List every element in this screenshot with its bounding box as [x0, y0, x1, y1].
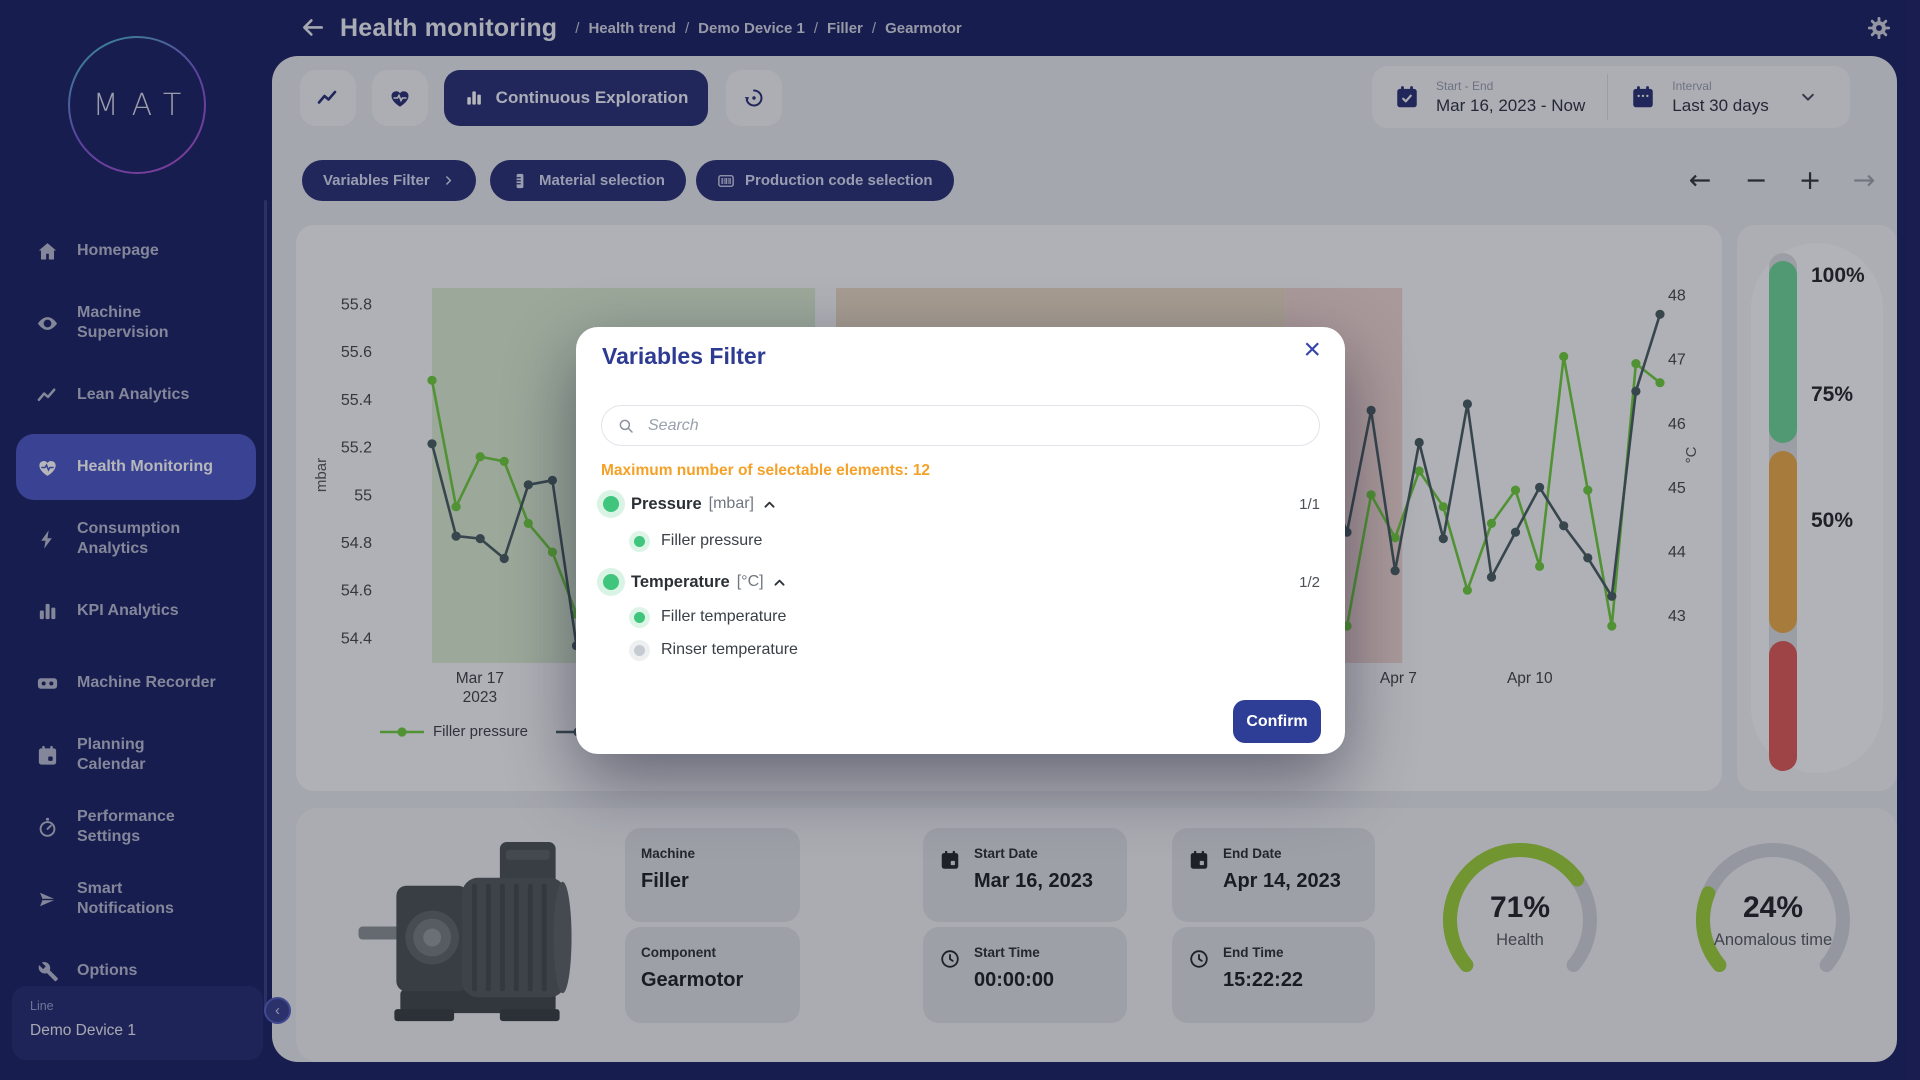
search-box — [601, 405, 1320, 446]
variable-name: Rinser temperature — [661, 641, 798, 659]
group-unit: [mbar] — [709, 495, 754, 513]
variables-filter-modal: Variables Filter × Maximum number of sel… — [576, 327, 1345, 754]
search-input[interactable] — [646, 416, 1304, 436]
variable-item-rinser-temperature[interactable]: Rinser temperature — [576, 633, 1345, 667]
max-selectable-warning: Maximum number of selectable elements: 1… — [601, 462, 930, 480]
chevron-up-icon[interactable] — [772, 575, 787, 590]
variable-group-temperature[interactable]: Temperature [°C] 1/2 — [576, 565, 1345, 599]
variable-group-pressure[interactable]: Pressure [mbar] 1/1 — [576, 487, 1345, 521]
group-count: 1/1 — [1299, 496, 1320, 513]
group-selected-dot[interactable] — [603, 574, 619, 590]
confirm-button[interactable]: Confirm — [1233, 700, 1321, 743]
modal-title: Variables Filter — [602, 343, 766, 370]
variable-name: Filler pressure — [661, 532, 762, 550]
variable-item-filler-pressure[interactable]: Filler pressure — [576, 524, 1345, 558]
variable-selected-dot[interactable] — [634, 645, 645, 656]
variable-selected-dot[interactable] — [634, 612, 645, 623]
close-icon[interactable]: × — [1303, 335, 1321, 365]
variable-item-filler-temperature[interactable]: Filler temperature — [576, 600, 1345, 634]
search-icon — [617, 417, 635, 435]
group-name: Pressure — [631, 495, 702, 514]
chevron-up-icon[interactable] — [762, 497, 777, 512]
variable-name: Filler temperature — [661, 608, 786, 626]
group-count: 1/2 — [1299, 574, 1320, 591]
group-unit: [°C] — [737, 573, 764, 591]
group-name: Temperature — [631, 573, 730, 592]
app-window: Health monitoring /Health trend/Demo Dev… — [0, 0, 1920, 1080]
variable-selected-dot[interactable] — [634, 536, 645, 547]
group-selected-dot[interactable] — [603, 496, 619, 512]
